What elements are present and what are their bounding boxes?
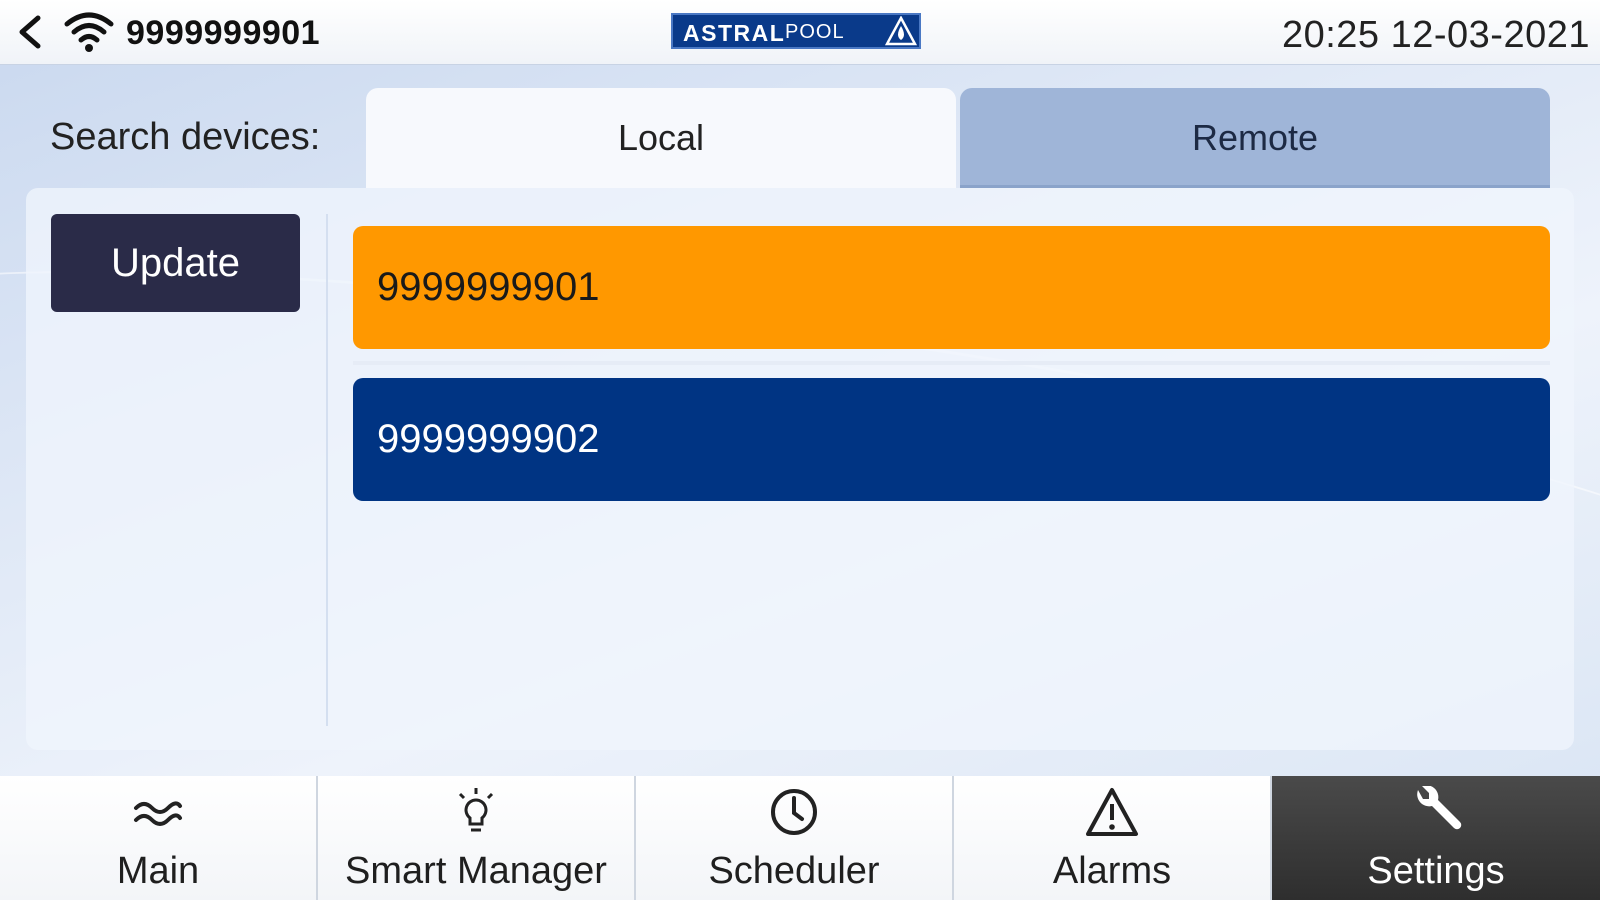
logo-mark-icon — [885, 16, 917, 46]
tab-local[interactable]: Local — [366, 88, 956, 188]
nav-smart-manager-label: Smart Manager — [345, 850, 607, 892]
tab-remote[interactable]: Remote — [960, 88, 1550, 188]
nav-settings-label: Settings — [1367, 850, 1505, 892]
wifi-icon — [64, 12, 114, 52]
connected-device-id: 9999999901 — [126, 14, 321, 52]
list-separator — [353, 361, 1550, 365]
top-bar: 9999999901 ASTRAL POOL 20:25 12-03-2021 — [0, 0, 1600, 65]
device-list-item[interactable]: 9999999902 — [353, 378, 1550, 501]
warning-icon — [1086, 788, 1138, 836]
nav-main[interactable]: Main — [0, 776, 318, 900]
update-button[interactable]: Update — [51, 214, 300, 312]
nav-smart-manager[interactable]: Smart Manager — [318, 776, 636, 900]
nav-settings[interactable]: Settings — [1272, 776, 1600, 900]
datetime-display: 20:25 12-03-2021 — [1281, 14, 1590, 56]
lightbulb-icon — [458, 788, 494, 832]
clock-icon — [771, 789, 817, 835]
bottom-navigation: Main Smart Manager Scheduler Alarms Sett… — [0, 776, 1600, 900]
back-arrow-icon[interactable] — [14, 14, 48, 50]
nav-scheduler-label: Scheduler — [708, 850, 880, 892]
wrench-icon — [1417, 786, 1462, 830]
device-list-item-selected[interactable]: 9999999901 — [353, 226, 1550, 349]
waves-icon — [134, 801, 182, 826]
astralpool-logo: ASTRAL POOL — [671, 13, 921, 49]
nav-scheduler[interactable]: Scheduler — [636, 776, 954, 900]
nav-alarms-label: Alarms — [1052, 850, 1172, 892]
logo-text-secondary: POOL — [785, 21, 845, 43]
nav-main-label: Main — [116, 850, 200, 892]
logo-text-primary: ASTRAL — [683, 20, 786, 46]
panel-divider — [326, 214, 328, 726]
nav-alarms[interactable]: Alarms — [954, 776, 1272, 900]
search-devices-label: Search devices: — [50, 116, 321, 158]
